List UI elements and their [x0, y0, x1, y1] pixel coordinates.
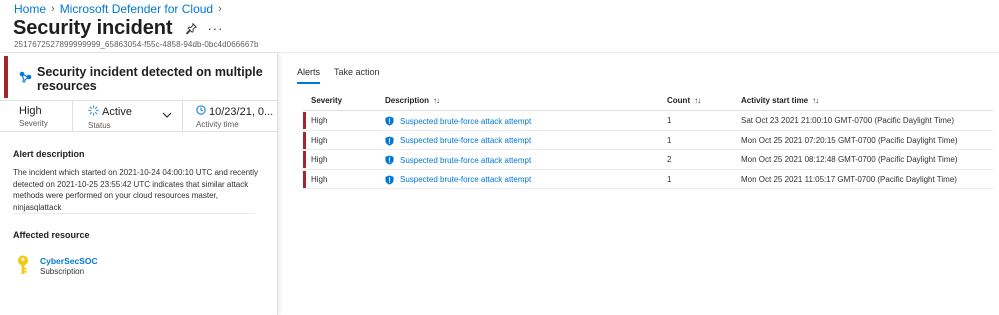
status-label: Status [88, 121, 111, 130]
alert-link[interactable]: Suspected brute-force attack attempt [385, 155, 531, 165]
status-active-icon [88, 105, 99, 119]
breadcrumb-separator: › [218, 3, 222, 15]
header-description-label: Description [385, 96, 430, 105]
shield-icon [385, 175, 394, 184]
chevron-down-icon[interactable] [162, 110, 172, 121]
activity-value-wrap: 10/23/21, 0... [196, 105, 278, 118]
table-row[interactable]: High Suspected brute-force attack attemp… [303, 170, 993, 189]
sort-icon[interactable]: ↑↓ [694, 96, 701, 105]
title-row: Security incident ··· [13, 17, 223, 40]
severity-indicator [303, 112, 306, 129]
affected-resource-heading: Affected resource [13, 230, 90, 240]
table-row[interactable]: High Suspected brute-force attack attemp… [303, 150, 993, 170]
pin-icon[interactable] [186, 23, 198, 34]
row-count: 1 [667, 116, 672, 125]
alert-name: Suspected brute-force attack attempt [400, 136, 532, 145]
incident-details-panel: Security incident detected on multiple r… [0, 53, 278, 315]
grid-header: Severity Description ↑↓ Count ↑↓ Activit… [303, 93, 993, 111]
row-start-time: Mon Oct 25 2021 07:20:15 GMT-0700 (Pacif… [741, 135, 958, 145]
incident-id: 2517672527899999999_65863054-f55c-4858-9… [14, 40, 259, 49]
incident-header: Security incident detected on multiple r… [0, 56, 278, 98]
alert-description-heading: Alert description [13, 149, 85, 159]
tab-take-action[interactable]: Take action [334, 67, 380, 81]
row-count: 1 [667, 174, 672, 184]
row-severity: High [311, 116, 328, 125]
row-count: 2 [667, 155, 672, 164]
page-title: Security incident [13, 17, 173, 39]
shield-icon [385, 136, 394, 145]
table-row[interactable]: High Suspected brute-force attack attemp… [303, 111, 993, 131]
severity-indicator [4, 56, 8, 98]
header-count-label: Count [667, 96, 691, 105]
affected-resource-type: Subscription [40, 267, 85, 276]
incident-icon [19, 70, 32, 88]
clock-icon [196, 105, 206, 118]
header-activity-start-label: Activity start time [741, 96, 809, 105]
alert-link[interactable]: Suspected brute-force attack attempt [385, 136, 531, 146]
row-start-time: Mon Oct 25 2021 08:12:48 GMT-0700 (Pacif… [741, 155, 958, 164]
breadcrumb-separator: › [51, 3, 55, 15]
affected-resource-link[interactable]: CyberSecSOC [40, 256, 98, 266]
row-severity: High [311, 135, 328, 145]
activity-cell: 10/23/21, 0... Activity time [182, 101, 278, 131]
header-severity-label: Severity [311, 96, 343, 105]
more-icon[interactable]: ··· [207, 21, 223, 36]
header-activity-start[interactable]: Activity start time ↑↓ [741, 96, 819, 105]
severity-value: High [19, 105, 42, 117]
breadcrumb-home[interactable]: Home [14, 2, 46, 16]
row-count: 1 [667, 135, 672, 145]
alert-name: Suspected brute-force attack attempt [400, 116, 532, 126]
incident-title: Security incident detected on multiple r… [37, 65, 263, 93]
severity-cell: High Severity [0, 101, 72, 131]
header-count[interactable]: Count ↑↓ [667, 96, 701, 105]
status-value: Active [102, 106, 132, 118]
row-severity: High [311, 174, 328, 184]
breadcrumb-defender[interactable]: Microsoft Defender for Cloud [60, 2, 213, 16]
sort-icon[interactable]: ↑↓ [812, 96, 819, 105]
alert-name: Suspected brute-force attack attempt [400, 155, 532, 165]
row-severity: High [311, 155, 328, 164]
status-cell[interactable]: Active Status [72, 101, 182, 131]
severity-indicator [303, 170, 306, 188]
shield-icon [385, 116, 394, 126]
activity-label: Activity time [196, 120, 239, 129]
activity-value: 10/23/21, 0... [209, 105, 274, 118]
section-divider [13, 213, 255, 214]
shield-icon [385, 155, 394, 165]
alert-name: Suspected brute-force attack attempt [400, 175, 532, 184]
header-severity[interactable]: Severity [311, 96, 342, 105]
table-row[interactable]: High Suspected brute-force attack attemp… [303, 131, 993, 150]
row-start-time: Sat Oct 23 2021 21:00:10 GMT-0700 (Pacif… [741, 116, 954, 125]
breadcrumb: Home › Microsoft Defender for Cloud › [14, 2, 222, 16]
key-icon [16, 255, 30, 280]
tab-alerts[interactable]: Alerts [297, 67, 321, 84]
row-start-time: Mon Oct 25 2021 11:05:17 GMT-0700 (Pacif… [741, 174, 957, 184]
alert-link[interactable]: Suspected brute-force attack attempt [385, 175, 531, 185]
alerts-grid: Severity Description ↑↓ Count ↑↓ Activit… [303, 93, 993, 189]
tab-bar: Alerts Take action [297, 67, 380, 84]
severity-indicator [303, 151, 306, 168]
alert-link[interactable]: Suspected brute-force attack attempt [385, 116, 531, 126]
alert-description-text: The incident which started on 2021-10-24… [13, 168, 259, 212]
severity-indicator [303, 131, 306, 149]
incident-meta: High Severity Active Status 10/23/21, 0.… [0, 100, 278, 132]
sort-icon[interactable]: ↑↓ [433, 96, 440, 105]
severity-label: Severity [19, 119, 48, 128]
header-description[interactable]: Description ↑↓ [385, 96, 440, 105]
